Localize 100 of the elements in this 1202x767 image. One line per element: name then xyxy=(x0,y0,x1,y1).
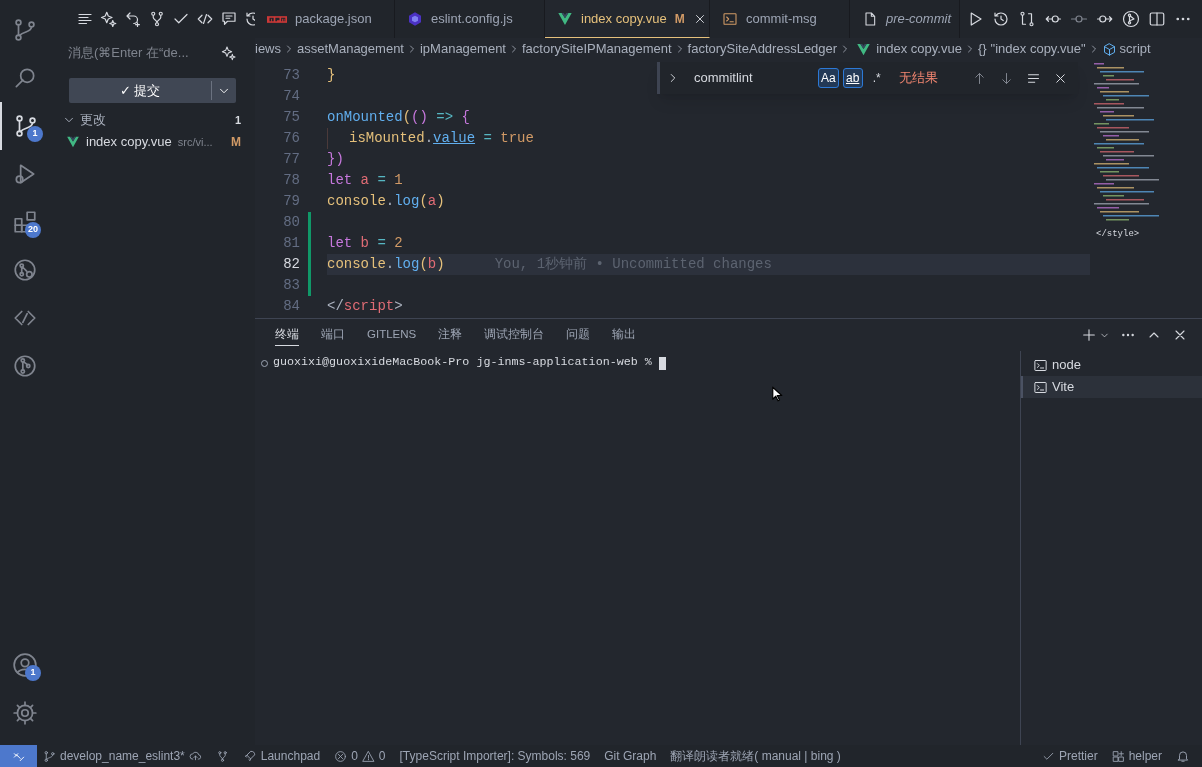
breadcrumb-item[interactable]: ipManagement xyxy=(419,39,506,59)
find-field[interactable]: commitlint xyxy=(694,68,814,88)
line-number: 74 xyxy=(282,87,300,106)
panel-tab[interactable]: 端口 xyxy=(321,324,345,346)
minimap-text: </style> xyxy=(1096,228,1140,241)
branch-status[interactable]: develop_name_eslint3* xyxy=(60,747,185,765)
breadcrumb-item[interactable]: factorySiteIPManagement xyxy=(521,39,672,59)
editor-tab[interactable]: index copy.vue M xyxy=(545,0,710,38)
new-terminal-icon[interactable] xyxy=(1081,327,1097,343)
terminal-cursor xyxy=(658,356,666,370)
code-line: } xyxy=(327,66,336,85)
code-line: onMounted(() => { xyxy=(327,108,470,127)
changes-section-header[interactable]: 更改 1 xyxy=(50,109,255,131)
status-item[interactable]: Git Graph xyxy=(604,747,657,765)
panel-tab[interactable]: 终端 xyxy=(275,324,299,346)
gitlens-icon[interactable] xyxy=(12,257,38,283)
changes-count: 1 xyxy=(234,113,241,128)
panel-tab[interactable]: GITLENS xyxy=(367,324,417,346)
error-icon xyxy=(334,749,348,763)
status-item[interactable]: 翻译朗读者就绪( manual | bing ) xyxy=(670,747,841,765)
line-number: 80 xyxy=(282,213,300,232)
panel-tab[interactable]: 注释 xyxy=(438,324,463,346)
extensions-icon[interactable] xyxy=(12,209,38,235)
terminal-icon xyxy=(1033,379,1048,395)
find-option-toggle[interactable]: ab xyxy=(842,68,863,88)
source-control-icon[interactable] xyxy=(13,113,39,139)
panel-tab[interactable]: 调试控制台 xyxy=(484,324,545,346)
previous-match-icon[interactable] xyxy=(972,70,987,86)
tab-label: pre-commit xyxy=(886,10,951,29)
warning-icon xyxy=(361,749,375,763)
breadcrumb-item[interactable]: index copy.vue xyxy=(876,39,962,59)
vue-icon xyxy=(856,41,872,57)
editor-tab[interactable]: commit-msg xyxy=(710,0,850,38)
line-number: 79 xyxy=(282,192,300,211)
line-number: 77 xyxy=(282,150,300,169)
next-match-icon[interactable] xyxy=(999,70,1014,86)
code-line: </script> xyxy=(327,297,403,316)
fork-icon[interactable] xyxy=(148,10,166,28)
find-result-text: 无结果 xyxy=(898,69,938,88)
fork-icon[interactable] xyxy=(215,749,229,763)
breadcrumb-item[interactable]: iews xyxy=(255,39,281,59)
notifications-icon[interactable] xyxy=(1176,749,1190,763)
panel-tab[interactable]: 输出 xyxy=(612,324,637,346)
split-editor-icon[interactable] xyxy=(1148,10,1166,28)
tab-label: commit-msg xyxy=(746,10,817,29)
braces-icon: {} xyxy=(977,39,987,59)
npm-icon xyxy=(267,14,287,24)
tab-label: package.json xyxy=(295,10,372,29)
terminal-list-item[interactable]: node xyxy=(1021,354,1202,376)
tab-label: eslint.config.js xyxy=(431,10,513,29)
code-line: let a = 1 xyxy=(327,171,403,190)
launchpad-status[interactable]: Launchpad xyxy=(260,747,321,765)
file-icon xyxy=(862,11,878,27)
line-number: 83 xyxy=(282,276,300,295)
hexagon-icon xyxy=(407,11,423,27)
line-number: 84 xyxy=(282,297,300,316)
cube-icon xyxy=(1101,41,1117,57)
undo-icon[interactable] xyxy=(124,10,142,28)
indent-guide xyxy=(327,128,328,149)
prettier-status[interactable]: Prettier xyxy=(1058,747,1098,765)
count-badge: 1 xyxy=(27,126,43,142)
code-line: console.log(a) xyxy=(327,192,445,211)
count-badge: 1 xyxy=(25,665,41,681)
git-graph-icon[interactable] xyxy=(1122,10,1140,28)
tab-label: index copy.vue xyxy=(581,9,667,28)
helper-status[interactable]: helper xyxy=(1128,747,1162,765)
code-line: let b = 2 xyxy=(327,234,403,253)
status-item[interactable]: [TypeScript Importer]: Symbols: 569 xyxy=(399,747,591,765)
find-option-toggle[interactable]: Aa xyxy=(818,68,839,88)
line-number: 82 xyxy=(282,255,300,274)
vue-icon xyxy=(66,135,80,149)
line-number: 78 xyxy=(282,171,300,190)
line-number: 75 xyxy=(282,108,300,127)
layout-icon xyxy=(1111,749,1125,763)
editor-tab[interactable]: pre-commit xyxy=(850,0,960,38)
line-number: 81 xyxy=(282,234,300,253)
terminal-prompt: guoxixi@guoxixideMacBook-Pro jg-inms-application-web % xyxy=(273,354,652,372)
breadcrumb-item[interactable]: factorySiteAddressLedger xyxy=(687,39,838,59)
panel-tab[interactable]: 问题 xyxy=(566,324,591,346)
terminal-icon xyxy=(722,11,738,27)
terminal-icon xyxy=(1033,357,1048,373)
terminal-list-item[interactable]: Vite xyxy=(1021,376,1202,398)
sparkle-icon[interactable] xyxy=(221,45,237,61)
breadcrumb-item[interactable]: assetManagement xyxy=(297,39,404,59)
error-count[interactable]: 0 xyxy=(351,747,358,765)
changed-file-item[interactable]: index copy.vue src/vi... M xyxy=(50,131,255,153)
compare-icon[interactable] xyxy=(1018,10,1036,28)
comment-icon[interactable] xyxy=(220,10,238,28)
editor-tab[interactable]: package.json xyxy=(255,0,395,38)
count-badge: 20 xyxy=(25,222,41,238)
cloud-upload-icon[interactable] xyxy=(188,749,202,763)
find-option-toggle[interactable]: .* xyxy=(866,68,887,88)
warning-count[interactable]: 0 xyxy=(378,747,386,765)
history-icon[interactable] xyxy=(992,10,1010,28)
line-number: 73 xyxy=(282,66,300,85)
breadcrumb-item[interactable]: "index copy.vue" xyxy=(990,39,1086,59)
settings-icon[interactable] xyxy=(12,700,38,726)
sparkle-icon[interactable] xyxy=(100,10,118,28)
breadcrumb-item[interactable]: script xyxy=(1119,39,1151,59)
commit-message-field[interactable]: 消息(⌘Enter 在“de... xyxy=(68,38,237,68)
